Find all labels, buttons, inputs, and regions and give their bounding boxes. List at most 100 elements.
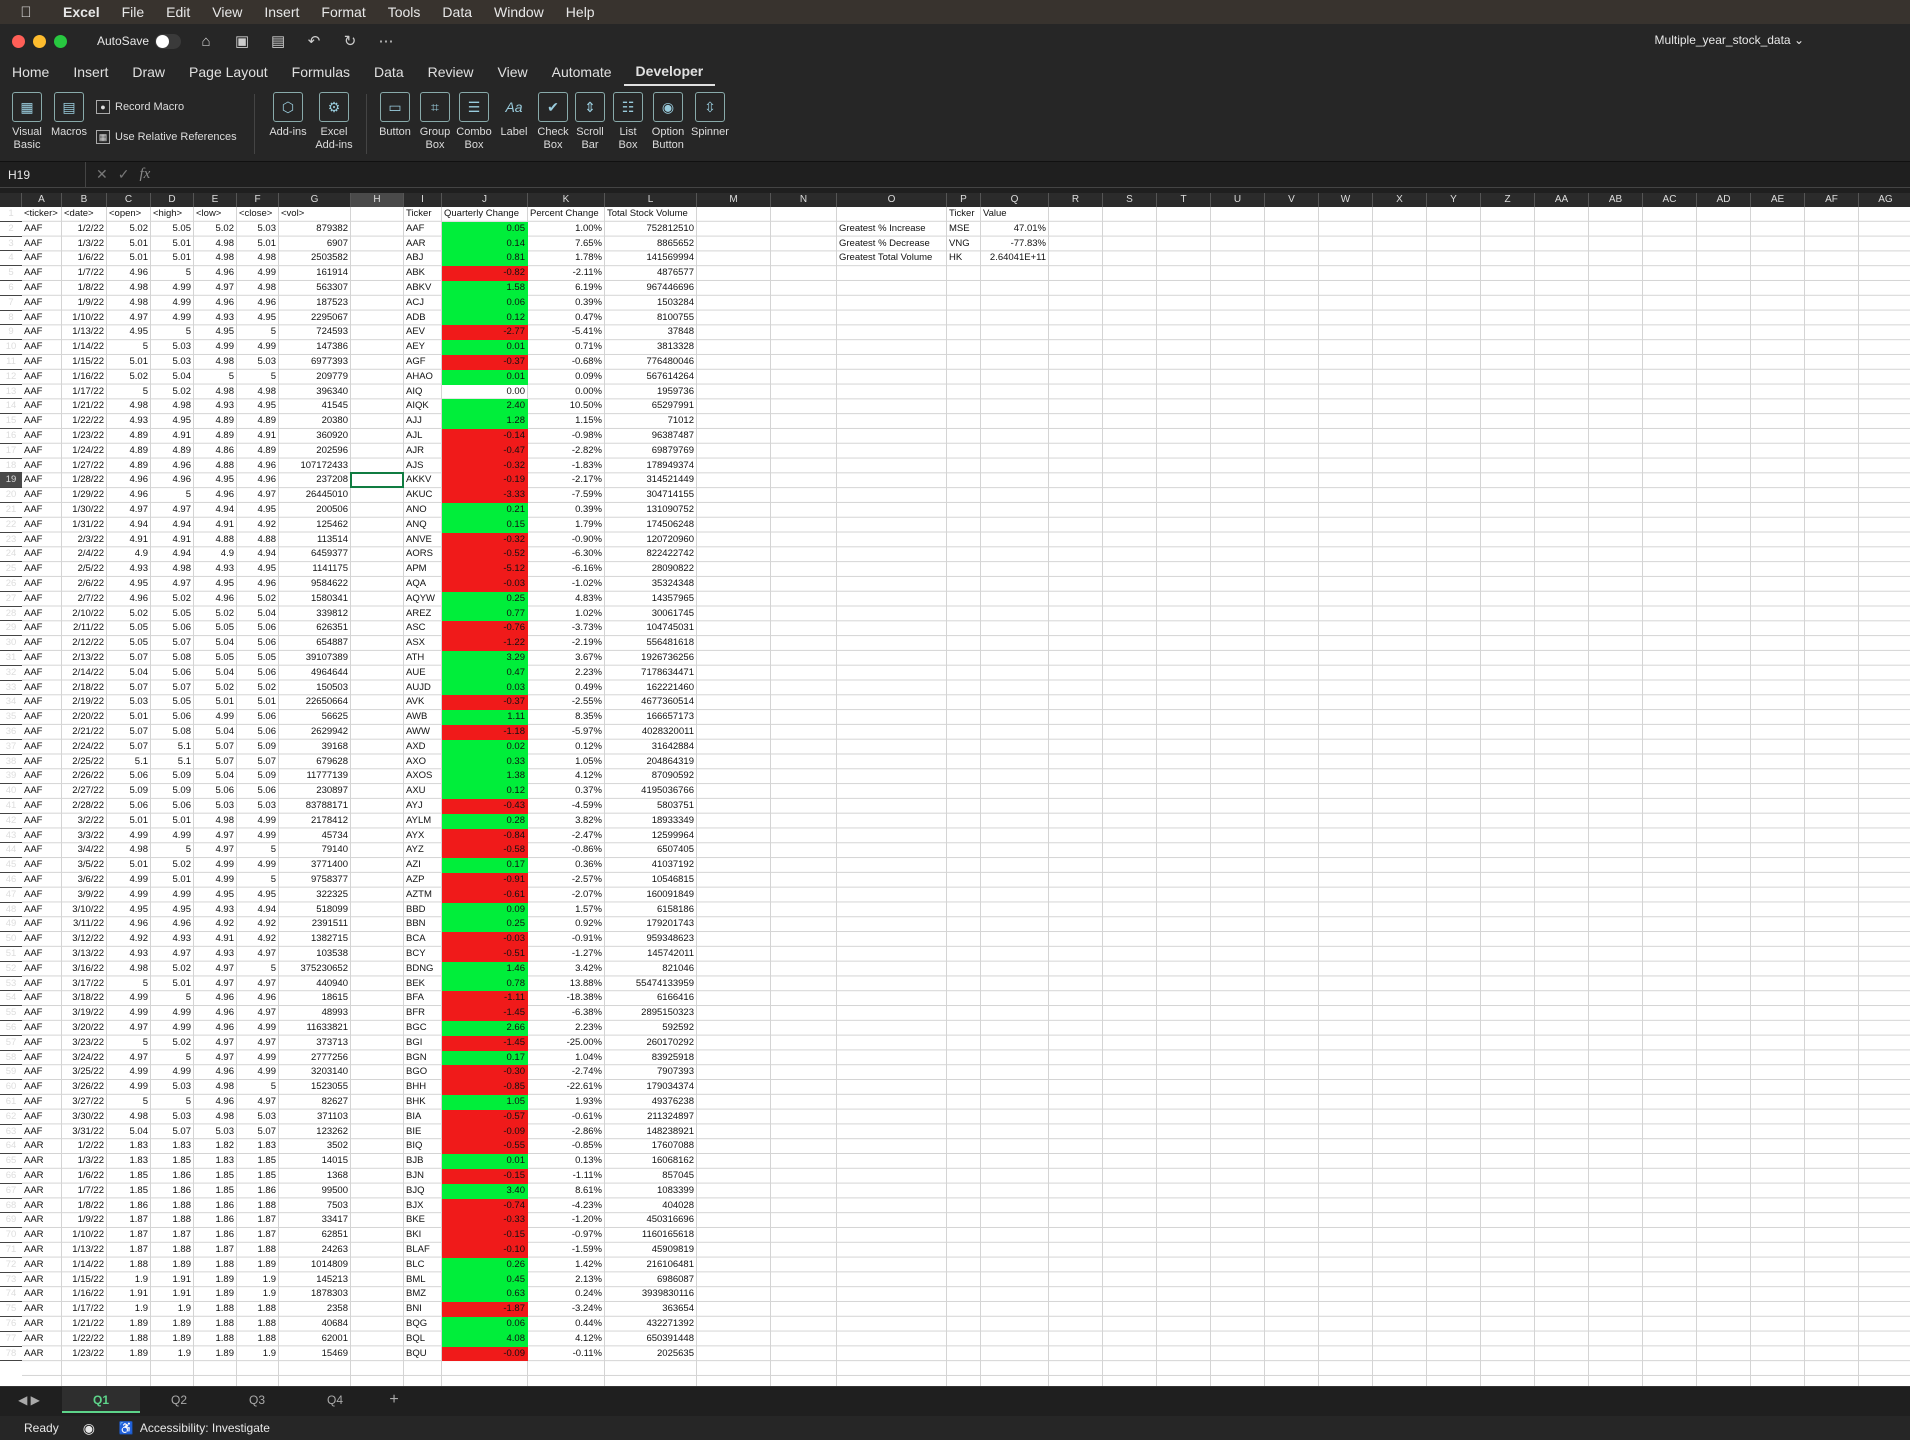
summary-ticker-cell[interactable]: AAR [404, 237, 442, 252]
row-header[interactable]: 29 [0, 621, 22, 637]
data-cell[interactable]: 41545 [279, 399, 351, 414]
data-cell[interactable]: AAF [22, 311, 62, 326]
data-cell[interactable]: 4.99 [237, 1065, 279, 1080]
row-header[interactable]: 34 [0, 695, 22, 711]
summary-ticker-cell[interactable]: ABK [404, 266, 442, 281]
data-cell[interactable]: 5 [194, 370, 237, 385]
data-cell[interactable]: AAF [22, 340, 62, 355]
data-cell[interactable]: 4.99 [237, 266, 279, 281]
row-header[interactable]: 57 [0, 1036, 22, 1051]
data-cell[interactable]: 5 [237, 370, 279, 385]
column-header-j[interactable]: J [442, 193, 528, 207]
data-cell[interactable]: 5.07 [107, 725, 151, 740]
data-cell[interactable]: 2/18/22 [62, 681, 107, 696]
quarterly-change-cell[interactable]: 0.05 [442, 221, 528, 237]
data-cell[interactable]: 4.97 [237, 947, 279, 962]
percent-change-cell[interactable]: 1.00% [528, 222, 605, 237]
tab-automate[interactable]: Automate [540, 58, 624, 86]
row-header[interactable]: 21 [0, 503, 22, 518]
data-cell[interactable]: 654887 [279, 636, 351, 651]
data-cell[interactable]: 4.96 [151, 459, 194, 474]
data-cell[interactable]: AAF [22, 385, 62, 400]
data-cell[interactable]: 5.06 [237, 666, 279, 681]
row-header[interactable]: 19 [0, 473, 22, 489]
data-cell[interactable]: 5.04 [151, 370, 194, 385]
data-cell[interactable]: 5 [237, 1080, 279, 1095]
data-cell[interactable]: 1/8/22 [62, 281, 107, 296]
row-header[interactable]: 76 [0, 1317, 22, 1332]
data-cell[interactable]: 4.97 [194, 281, 237, 296]
data-cell[interactable]: 4.89 [107, 444, 151, 459]
column-header-g[interactable]: G [279, 193, 351, 207]
data-cell[interactable]: 371103 [279, 1110, 351, 1125]
quarterly-change-cell[interactable]: 0.15 [442, 517, 528, 533]
total-volume-cell[interactable]: 204864319 [605, 755, 697, 770]
data-cell[interactable]: AAF [22, 222, 62, 237]
data-cell[interactable]: 4.89 [151, 444, 194, 459]
summary-ticker-cell[interactable]: BCA [404, 932, 442, 947]
data-cell[interactable]: 1/23/22 [62, 429, 107, 444]
menu-excel[interactable]: Excel [52, 0, 111, 24]
data-cell[interactable]: 4.96 [194, 991, 237, 1006]
quarterly-change-cell[interactable]: -0.33 [442, 1213, 528, 1229]
data-cell[interactable]: 1.89 [237, 1258, 279, 1273]
percent-change-cell[interactable]: 4.12% [528, 769, 605, 784]
data-cell[interactable]: AAF [22, 1021, 62, 1036]
row-header[interactable]: 63 [0, 1125, 22, 1140]
data-cell[interactable]: 4.97 [194, 1051, 237, 1066]
header-cell[interactable]: <high> [151, 207, 194, 222]
data-cell[interactable]: AAR [22, 1302, 62, 1317]
data-cell[interactable]: 202596 [279, 444, 351, 459]
total-volume-cell[interactable]: 160091849 [605, 888, 697, 903]
summary-ticker-cell[interactable]: AORS [404, 547, 442, 562]
percent-change-cell[interactable]: 0.39% [528, 503, 605, 518]
data-cell[interactable]: AAF [22, 1065, 62, 1080]
select-all-corner[interactable] [0, 193, 22, 207]
data-cell[interactable]: 2/19/22 [62, 695, 107, 710]
stats-label-cell[interactable]: Greatest % Decrease [837, 237, 947, 252]
percent-change-cell[interactable]: 0.39% [528, 296, 605, 311]
percent-change-cell[interactable]: -2.57% [528, 873, 605, 888]
summary-ticker-cell[interactable]: AYX [404, 829, 442, 844]
data-cell[interactable]: 2/27/22 [62, 784, 107, 799]
data-cell[interactable]: 5.07 [151, 1125, 194, 1140]
row-header[interactable]: 44 [0, 843, 22, 859]
data-cell[interactable]: AAF [22, 429, 62, 444]
data-cell[interactable]: 4.99 [151, 1021, 194, 1036]
header-cell[interactable]: <vol> [279, 207, 351, 222]
row-header[interactable]: 6 [0, 281, 22, 296]
data-cell[interactable]: AAF [22, 829, 62, 844]
data-cell[interactable]: 7503 [279, 1199, 351, 1214]
summary-ticker-cell[interactable]: AKKV [404, 473, 442, 488]
data-cell[interactable]: 4.97 [194, 962, 237, 977]
data-cell[interactable]: AAF [22, 932, 62, 947]
row-header[interactable]: 75 [0, 1302, 22, 1317]
data-cell[interactable]: 5.05 [151, 695, 194, 710]
data-cell[interactable]: 4.94 [237, 547, 279, 562]
data-cell[interactable]: 4.98 [107, 843, 151, 858]
quarterly-change-cell[interactable]: -0.47 [442, 443, 528, 459]
combo-box-control[interactable]: ☰ Combo Box [455, 92, 493, 152]
data-cell[interactable]: 230897 [279, 784, 351, 799]
data-cell[interactable]: 5.06 [237, 725, 279, 740]
data-cell[interactable]: AAR [22, 1154, 62, 1169]
data-cell[interactable]: 4.93 [194, 903, 237, 918]
total-volume-cell[interactable]: 6986087 [605, 1273, 697, 1288]
data-cell[interactable]: AAF [22, 991, 62, 1006]
addins-button[interactable]: ⬡ Add-ins [266, 92, 310, 139]
percent-change-cell[interactable]: 1.93% [528, 1095, 605, 1110]
total-volume-cell[interactable]: 17607088 [605, 1139, 697, 1154]
data-cell[interactable]: 4.96 [194, 1021, 237, 1036]
quarterly-change-cell[interactable]: -0.19 [442, 473, 528, 489]
data-cell[interactable]: 4.99 [107, 1080, 151, 1095]
total-volume-cell[interactable]: 959348623 [605, 932, 697, 947]
data-cell[interactable]: 1/21/22 [62, 399, 107, 414]
quarterly-change-cell[interactable]: 0.17 [442, 1050, 528, 1066]
percent-change-cell[interactable]: -6.30% [528, 547, 605, 562]
data-cell[interactable]: 5.07 [107, 651, 151, 666]
data-cell[interactable]: 2/4/22 [62, 547, 107, 562]
quarterly-change-cell[interactable]: 0.09 [442, 902, 528, 918]
data-cell[interactable]: 103538 [279, 947, 351, 962]
summary-ticker-cell[interactable]: AQYW [404, 592, 442, 607]
data-cell[interactable]: 2/14/22 [62, 666, 107, 681]
